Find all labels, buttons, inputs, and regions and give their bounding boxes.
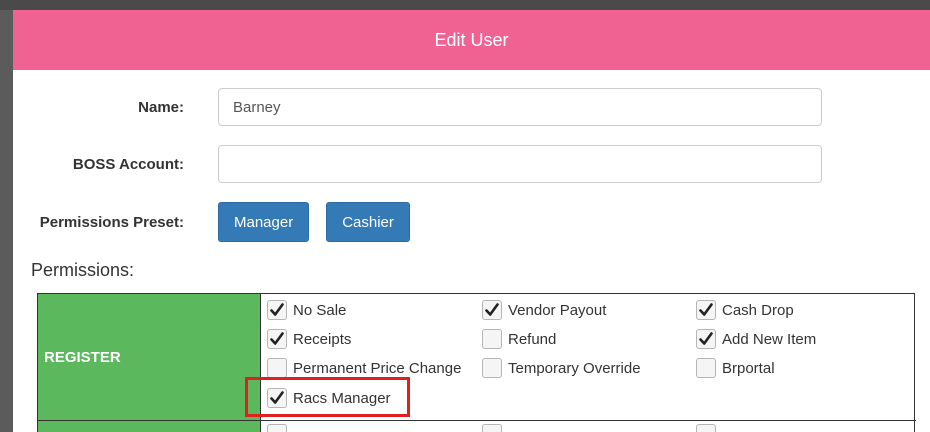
boss-account-row: BOSS Account: <box>13 145 822 183</box>
checkbox[interactable] <box>696 300 716 320</box>
perm-vendor-payout[interactable]: Vendor Payout <box>482 298 606 322</box>
boss-account-label: BOSS Account: <box>72 155 184 173</box>
perm-label: Refund <box>508 330 557 348</box>
checkmark-icon <box>270 303 284 316</box>
perm-label: Temporary Override <box>508 359 641 377</box>
checkmark-icon <box>699 332 713 345</box>
perm-no-sale[interactable]: No Sale <box>267 298 346 322</box>
checkbox[interactable] <box>482 358 502 378</box>
checkbox[interactable] <box>267 329 287 349</box>
group-name: REGISTER <box>44 348 121 366</box>
perm-label: Brportal <box>722 359 775 377</box>
perm-label: Add New Item <box>722 330 817 348</box>
perm-label: Permanent Price Change <box>293 359 462 377</box>
name-row: Name: <box>13 88 822 126</box>
checkmark-icon <box>699 303 713 316</box>
preset-cashier-button[interactable]: Cashier <box>326 202 410 242</box>
checkbox[interactable] <box>696 424 716 432</box>
perm-refund[interactable]: Refund <box>482 327 556 351</box>
perm-label: Vendor Payout <box>508 301 607 319</box>
checkbox[interactable] <box>482 424 502 432</box>
group-name-cell: REGISTER <box>38 294 261 420</box>
permission-group-next <box>38 421 916 432</box>
checkbox[interactable] <box>267 358 287 378</box>
permissions-preset-label: Permissions Preset: <box>39 213 184 231</box>
permissions-table: REGISTER No Sale Vendor Payout Cash Drop… <box>37 293 916 432</box>
checkmark-icon <box>485 303 499 316</box>
preset-manager-button[interactable]: Manager <box>218 202 310 242</box>
perm-label: Cash Drop <box>722 301 794 319</box>
permissions-heading: Permissions: <box>31 260 135 280</box>
perm-cash-drop[interactable]: Cash Drop <box>696 298 794 322</box>
perm-label: No Sale <box>293 301 347 319</box>
checkbox[interactable] <box>482 329 502 349</box>
perm-add-new-item[interactable]: Add New Item <box>696 327 816 351</box>
modal-header: Edit User <box>13 10 930 70</box>
perm-brportal[interactable]: Brportal <box>696 356 775 380</box>
perm-label: Receipts <box>293 330 352 348</box>
checkmark-icon <box>270 332 284 345</box>
edit-user-modal: Edit User Name: BOSS Account: Permission… <box>13 10 930 432</box>
name-input[interactable] <box>218 88 822 126</box>
checkbox[interactable] <box>267 300 287 320</box>
group-name-cell <box>38 421 261 432</box>
checkbox[interactable] <box>267 424 287 432</box>
permissions-preset-row: Permissions Preset: Manager Cashier <box>13 202 427 242</box>
boss-account-input[interactable] <box>218 145 822 183</box>
modal-title: Edit User <box>434 29 509 50</box>
perm-temporary-override[interactable]: Temporary Override <box>482 356 641 380</box>
backdrop <box>0 0 930 10</box>
perm-receipts[interactable]: Receipts <box>267 327 351 351</box>
checkbox[interactable] <box>696 329 716 349</box>
permission-group-register: REGISTER No Sale Vendor Payout Cash Drop… <box>38 294 916 421</box>
checkbox[interactable] <box>482 300 502 320</box>
racs-manager-highlight-box <box>245 377 410 417</box>
name-label: Name: <box>138 98 184 116</box>
checkbox[interactable] <box>696 358 716 378</box>
